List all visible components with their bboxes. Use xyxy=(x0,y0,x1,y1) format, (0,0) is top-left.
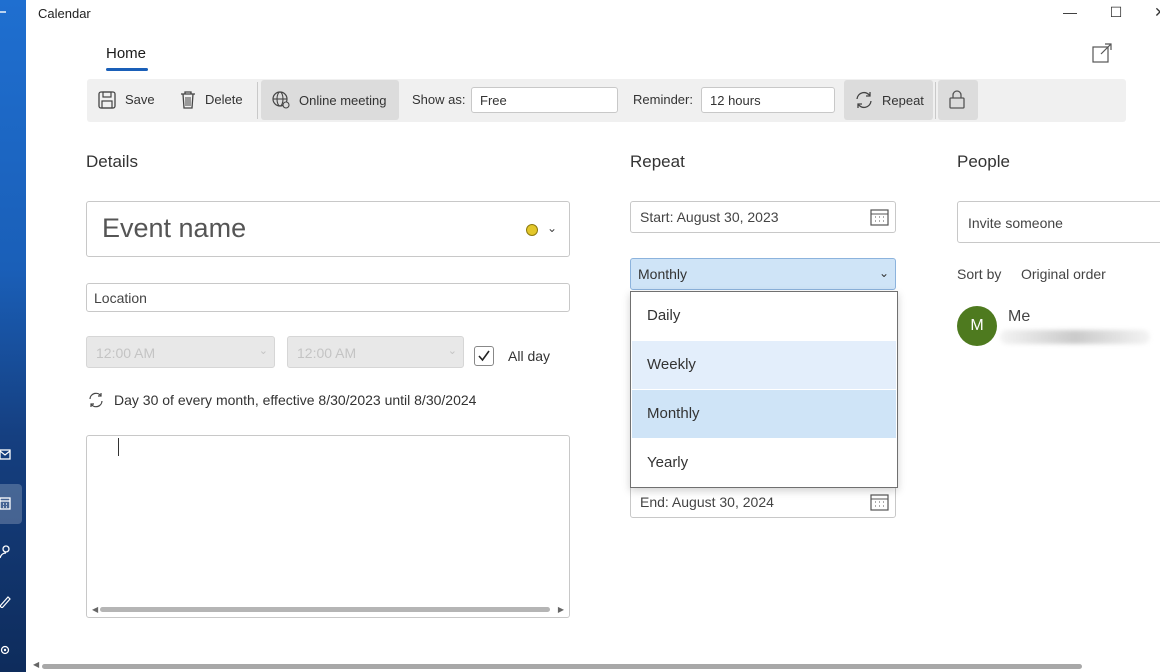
save-button[interactable]: Save xyxy=(97,79,155,120)
scroll-left-icon[interactable]: ◀ xyxy=(92,605,98,614)
avatar: M xyxy=(957,306,997,346)
option-yearly[interactable]: Yearly xyxy=(632,439,896,487)
app-nav-rail xyxy=(0,0,26,672)
notes-horizontal-scrollbar[interactable] xyxy=(100,607,550,612)
delete-button[interactable]: Delete xyxy=(179,79,243,120)
reminder-select[interactable]: 12 hours xyxy=(701,87,835,113)
show-as-select[interactable]: Free xyxy=(471,87,618,113)
attendee-name[interactable]: Me xyxy=(1008,308,1030,326)
reminder-label: Reminder: xyxy=(633,92,693,107)
toolbar-separator xyxy=(257,82,258,119)
scroll-right-icon[interactable]: ▶ xyxy=(558,605,564,614)
online-meeting-label: Online meeting xyxy=(299,92,387,108)
sort-by-select[interactable]: Original order xyxy=(1021,266,1106,282)
repeat-frequency-dropdown: Daily Weekly Monthly Yearly xyxy=(630,291,898,488)
toolbar: Save Delete Online meeting Show as: Free… xyxy=(87,79,1126,122)
settings-nav-icon[interactable] xyxy=(0,643,14,657)
people-heading: People xyxy=(957,152,1010,171)
repeat-button[interactable]: Repeat xyxy=(844,80,933,120)
save-label: Save xyxy=(125,92,155,107)
todo-nav-icon[interactable] xyxy=(0,594,14,608)
repeat-end-date: End: August 30, 2024 xyxy=(640,494,774,510)
location-input[interactable]: Location xyxy=(86,283,570,312)
calendar-icon xyxy=(870,209,889,226)
tab-home[interactable]: Home xyxy=(106,45,146,62)
recurrence-summary-text: Day 30 of every month, effective 8/30/20… xyxy=(114,392,477,408)
mail-icon[interactable] xyxy=(0,448,14,462)
end-time-value: 12:00 AM xyxy=(297,345,357,361)
event-name-placeholder: Event name xyxy=(102,213,247,243)
online-meeting-button[interactable]: Online meeting xyxy=(261,80,399,120)
repeat-end-date-picker[interactable]: End: August 30, 2024 xyxy=(630,486,896,518)
option-daily[interactable]: Daily xyxy=(632,292,896,340)
close-icon[interactable]: ✕ xyxy=(1150,4,1160,22)
event-name-input[interactable]: Event name ⌄ xyxy=(86,201,570,257)
all-day-checkbox[interactable] xyxy=(474,346,494,366)
chevron-down-icon: ⌄ xyxy=(878,266,889,280)
chevron-down-icon: ⌄ xyxy=(258,345,268,357)
repeat-heading: Repeat xyxy=(630,152,685,171)
delete-label: Delete xyxy=(205,92,243,107)
minimize-icon[interactable]: — xyxy=(1060,4,1080,22)
toolbar-separator xyxy=(935,82,936,119)
chevron-down-icon: ⌄ xyxy=(447,345,457,357)
repeat-icon xyxy=(89,392,103,408)
chevron-down-icon[interactable]: ⌄ xyxy=(547,221,557,235)
save-icon xyxy=(98,90,116,109)
pop-out-icon[interactable] xyxy=(1092,43,1112,63)
invite-input[interactable]: Invite someone xyxy=(957,201,1160,243)
page-horizontal-scrollbar[interactable] xyxy=(42,664,1082,669)
calendar-nav-icon[interactable] xyxy=(0,497,14,511)
tab-home-indicator xyxy=(106,68,148,71)
calendar-icon xyxy=(870,494,889,511)
category-color-icon[interactable] xyxy=(526,224,538,236)
option-monthly[interactable]: Monthly xyxy=(632,390,896,438)
option-weekly[interactable]: Weekly xyxy=(632,341,896,389)
start-time-value: 12:00 AM xyxy=(96,345,156,361)
repeat-frequency-value: Monthly xyxy=(638,266,688,282)
all-day-label[interactable]: All day xyxy=(508,348,550,364)
globe-icon xyxy=(272,91,290,109)
notes-textarea[interactable]: ◀ ▶ xyxy=(86,435,570,618)
repeat-start-date-picker[interactable]: Start: August 30, 2023 xyxy=(630,201,896,233)
attendee-email-blurred xyxy=(1000,330,1150,344)
menu-icon[interactable] xyxy=(0,4,14,18)
show-as-label: Show as: xyxy=(412,92,466,107)
maximize-icon[interactable]: ☐ xyxy=(1106,4,1126,22)
window-title: Calendar xyxy=(38,6,91,21)
start-time-select: 12:00 AM ⌄ xyxy=(86,336,275,368)
lock-icon xyxy=(949,90,965,109)
people-nav-icon[interactable] xyxy=(0,545,14,559)
repeat-icon xyxy=(856,91,872,109)
details-heading: Details xyxy=(86,152,138,171)
checkmark-icon xyxy=(478,350,490,362)
recurrence-summary[interactable]: Day 30 of every month, effective 8/30/20… xyxy=(88,392,476,408)
repeat-frequency-select[interactable]: Monthly ⌄ xyxy=(630,258,896,290)
repeat-label: Repeat xyxy=(882,92,924,108)
sort-by-label: Sort by xyxy=(957,266,1002,282)
private-button[interactable] xyxy=(938,80,978,120)
end-time-select: 12:00 AM ⌄ xyxy=(287,336,464,368)
scroll-left-icon[interactable]: ◀ xyxy=(33,660,39,669)
trash-icon xyxy=(181,90,195,109)
text-caret xyxy=(118,438,119,456)
repeat-start-date: Start: August 30, 2023 xyxy=(640,209,779,225)
